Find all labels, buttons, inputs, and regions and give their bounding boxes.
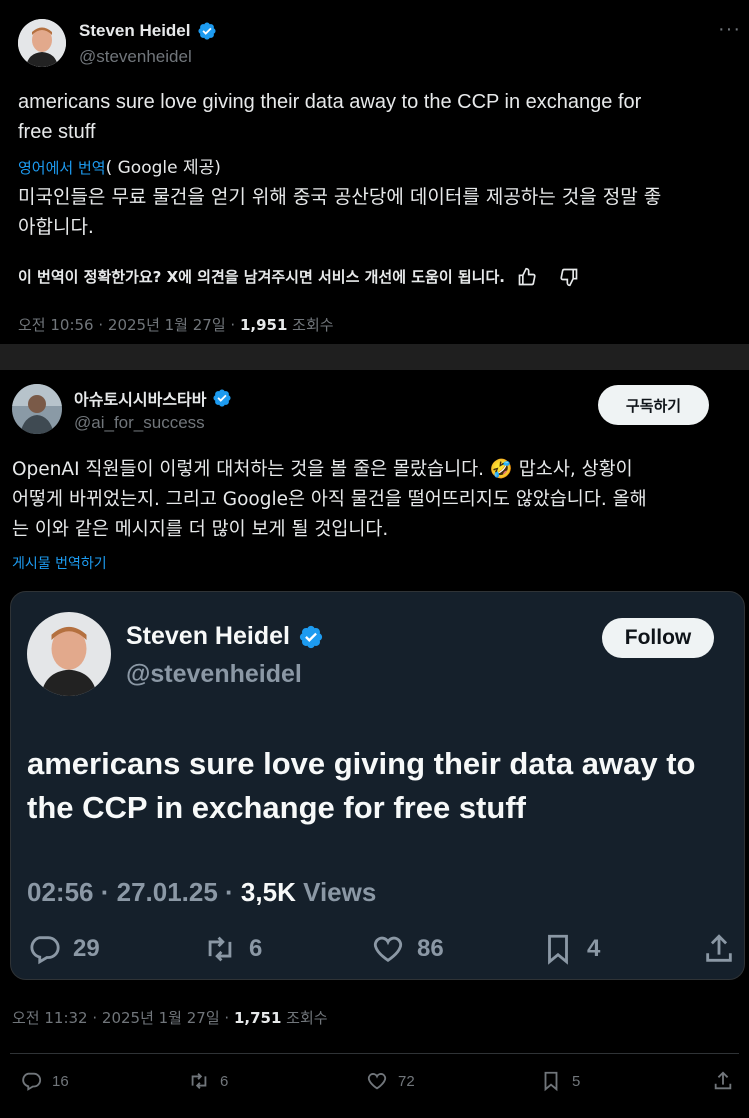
tweet-text-line: 어떻게 바뀌었는지. 그리고 Google은 아직 물건을 떨어뜨리지도 않았습…	[12, 489, 647, 510]
feed-divider	[0, 344, 749, 370]
author-handle[interactable]: @ai_for_success	[74, 413, 205, 433]
bookmark-count: 4	[587, 935, 601, 962]
reply-button[interactable]: 16	[20, 1070, 69, 1092]
timestamp[interactable]: 오전 10:56 · 2025년 1월 27일 ·	[18, 316, 240, 334]
view-count: 1,951	[239, 316, 288, 334]
quoted-like: 86	[371, 932, 444, 966]
quoted-author-handle: @stevenheidel	[126, 660, 302, 688]
quoted-share	[702, 932, 736, 966]
translated-text-line: 미국인들은 무료 물건을 얻기 위해 중국 공산당에 데이터를 제공하는 것을 …	[18, 186, 662, 208]
action-bar: 16 6 72 5	[20, 1070, 740, 1100]
retweet-icon	[191, 1073, 207, 1089]
reply-count: 29	[73, 935, 100, 962]
reply-count: 16	[52, 1072, 69, 1090]
author-name[interactable]: 아슈토시시바스타바	[74, 386, 206, 410]
quoted-tweet-text: americans sure love giving their data aw…	[27, 742, 737, 830]
quoted-avatar	[27, 612, 111, 696]
translation-feedback: 이 번역이 정확한가요? X에 의견을 남겨주시면 서비스 개선에 도움이 됩니…	[18, 266, 579, 287]
quoted-author-name-text: Steven Heidel	[126, 622, 290, 650]
like-count: 86	[417, 935, 444, 962]
translate-post-link[interactable]: 게시물 번역하기	[12, 553, 107, 573]
tweet-text: OpenAI 직원들이 이렇게 대처하는 것을 볼 줄은 몰랐습니다. 🤣 맙소…	[12, 455, 742, 545]
tweet-stevenheidel: Steven Heidel @stevenheidel ··· american…	[0, 0, 749, 344]
thumbs-up-icon[interactable]	[517, 267, 537, 287]
like-count: 72	[398, 1072, 415, 1090]
follow-button: Follow	[602, 618, 714, 658]
retweet-count: 6	[220, 1072, 229, 1090]
view-count: 1,751	[233, 1009, 282, 1027]
tweet-text-line: americans sure love giving their data aw…	[18, 91, 642, 113]
quoted-views-label: Views	[295, 877, 377, 907]
bookmark-count: 5	[572, 1072, 581, 1090]
quoted-tweet-card[interactable]: Steven Heidel @stevenheidel Follow ameri…	[10, 591, 745, 980]
like-button[interactable]: 72	[366, 1070, 415, 1092]
avatar[interactable]	[12, 384, 62, 434]
tweet-text-line: 는 이와 같은 메시지를 더 많이 보게 될 것입니다.	[12, 519, 389, 540]
quoted-text-line: americans sure love giving their data aw…	[27, 746, 696, 781]
thumbs-down-icon[interactable]	[559, 267, 579, 287]
heart-icon	[373, 936, 403, 963]
author-handle[interactable]: @stevenheidel	[79, 47, 192, 67]
translated-text-line: 아합니다.	[18, 216, 94, 238]
quoted-retweet: 6	[203, 932, 262, 966]
timestamp[interactable]: 오전 11:32 · 2025년 1월 27일 ·	[12, 1009, 234, 1027]
feedback-text: 이 번역이 정확한가요? X에 의견을 남겨주시면 서비스 개선에 도움이 됩니…	[18, 268, 505, 286]
more-options-icon[interactable]: ···	[718, 18, 741, 41]
share-icon	[706, 934, 732, 962]
tweet-meta: 오전 10:56 · 2025년 1월 27일 · 1,951 조회수	[18, 314, 334, 335]
avatar-image	[18, 19, 66, 67]
retweet-icon	[208, 936, 232, 962]
subscribe-button[interactable]: 구독하기	[598, 385, 709, 425]
translation-source: 영어에서 번역( Google 제공)	[18, 153, 221, 178]
action-bar-divider	[10, 1053, 739, 1054]
tweet-text-line: free stuff	[18, 121, 96, 143]
translation-provider: ( Google 제공)	[105, 158, 221, 178]
views-label: 조회수	[281, 1009, 328, 1027]
heart-icon	[367, 1073, 387, 1090]
tweet-text: americans sure love giving their data aw…	[18, 87, 738, 147]
share-button[interactable]	[712, 1070, 734, 1092]
bookmark-button[interactable]: 5	[540, 1070, 580, 1092]
share-icon	[714, 1071, 732, 1090]
quoted-timestamp: 02:56 · 27.01.25 ·	[27, 877, 241, 907]
quoted-tweet-meta: 02:56 · 27.01.25 · 3,5K Views	[27, 877, 376, 908]
reply-icon	[30, 936, 60, 965]
quoted-view-count: 3,5K	[240, 877, 296, 907]
verified-badge-icon	[299, 625, 323, 648]
avatar-image	[12, 384, 62, 434]
quoted-action-bar: 29 6 86 4	[27, 932, 732, 972]
avatar[interactable]	[18, 19, 66, 67]
translated-text: 미국인들은 무료 물건을 얻기 위해 중국 공산당에 데이터를 제공하는 것을 …	[18, 182, 738, 242]
retweet-button[interactable]: 6	[188, 1070, 228, 1092]
verified-badge-icon	[197, 22, 216, 40]
quoted-bookmark: 4	[541, 932, 600, 966]
author-name[interactable]: Steven Heidel	[79, 21, 191, 41]
views-label: 조회수	[287, 316, 334, 334]
verified-badge-icon	[213, 389, 232, 407]
tweet-meta: 오전 11:32 · 2025년 1월 27일 · 1,751 조회수	[12, 1007, 328, 1028]
bookmark-icon	[544, 1071, 558, 1092]
tweet-ai-for-success: 아슈토시시바스타바 @ai_for_success 구독하기 OpenAI 직원…	[0, 370, 749, 1118]
tweet-text-line: OpenAI 직원들이 이렇게 대처하는 것을 볼 줄은 몰랐습니다. 🤣 맙소…	[12, 459, 633, 480]
quoted-avatar-image	[27, 612, 111, 696]
reply-icon	[22, 1072, 42, 1091]
translated-from-link[interactable]: 영어에서 번역	[18, 159, 106, 177]
quoted-author-name: Steven Heidel	[126, 622, 324, 651]
quoted-reply: 29	[27, 932, 100, 966]
bookmark-icon	[548, 934, 568, 965]
quoted-text-line: the CCP in exchange for free stuff	[27, 790, 526, 825]
retweet-count: 6	[249, 935, 263, 962]
